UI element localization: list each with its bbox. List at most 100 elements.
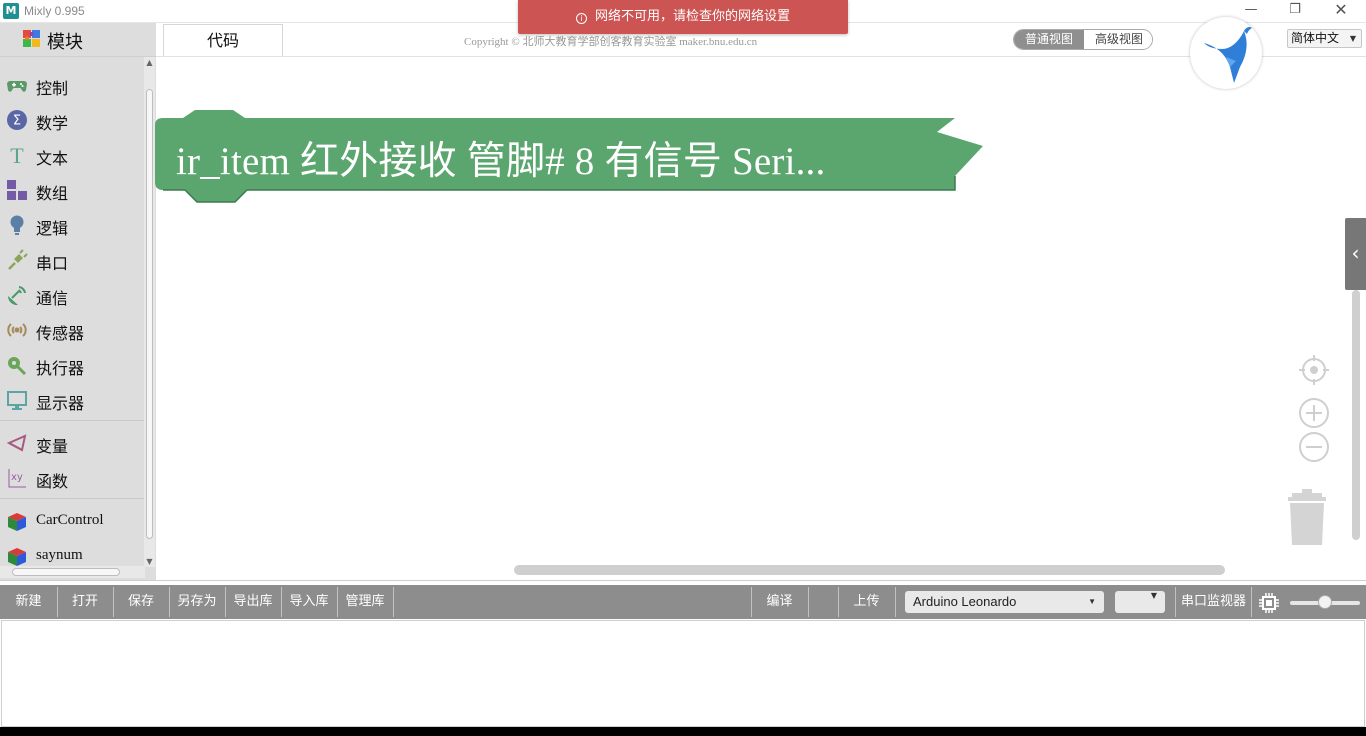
chevron-down-icon: ▼ <box>1349 34 1356 43</box>
category-logic[interactable]: 逻辑 <box>0 208 145 240</box>
port-select[interactable]: ▼ <box>1115 591 1165 613</box>
view-toggle[interactable]: 普通视图 高级视图 <box>1013 29 1153 50</box>
sidebar-vertical-scrollbar[interactable]: ▲ ▼ <box>144 57 155 567</box>
scrollbar-thumb[interactable] <box>146 89 153 539</box>
close-button[interactable]: ✕ <box>1318 0 1364 22</box>
normal-view-option[interactable]: 普通视图 <box>1014 30 1084 49</box>
chip-icon[interactable] <box>1258 592 1280 614</box>
cube-icon <box>8 548 26 566</box>
chevron-down-icon: ▼ <box>1088 597 1096 606</box>
chevron-down-icon: ▼ <box>1150 591 1157 600</box>
sigma-icon: Σ <box>7 110 27 130</box>
block-category-sidebar: 模块 控制 Σ 数学 T 文本 数组 逻辑 串口 通信 传感器 执行器 显示器 … <box>0 23 156 580</box>
save-button[interactable]: 保存 <box>113 585 169 619</box>
zoom-in-icon[interactable] <box>1298 397 1330 429</box>
category-label: 显示器 <box>36 394 85 413</box>
category-control[interactable]: 控制 <box>0 68 145 100</box>
open-button[interactable]: 打开 <box>57 585 113 619</box>
recenter-icon[interactable] <box>1298 354 1330 386</box>
category-label: 数组 <box>36 184 69 203</box>
serial-monitor-button[interactable]: 串口监视器 <box>1176 585 1251 619</box>
zoom-out-icon[interactable] <box>1298 431 1330 463</box>
cube-icon <box>8 513 26 531</box>
toolbar-divider <box>393 587 394 617</box>
monitor-icon <box>7 391 27 410</box>
category-label: 函数 <box>36 472 69 491</box>
import-lib-button[interactable]: 导入库 <box>281 585 337 619</box>
sidebar-horizontal-scrollbar[interactable] <box>0 566 145 578</box>
window-title: Mixly 0.995 <box>24 4 85 18</box>
tab-code[interactable]: 代码 <box>163 24 283 57</box>
sidebar-header: 模块 <box>0 23 156 57</box>
sidebar-header-label: 模块 <box>47 32 83 53</box>
info-icon: i <box>575 13 587 24</box>
block-label: ir_item 红外接收 管脚# 8 有信号 Seri... <box>176 140 826 183</box>
notification-text: 网络不可用，请检查你的网络设置 <box>594 9 790 24</box>
board-selected: Arduino Leonardo <box>913 594 1017 609</box>
actuator-icon <box>8 357 27 376</box>
trash-icon[interactable] <box>1286 489 1328 545</box>
category-label: 变量 <box>36 437 69 456</box>
category-variable[interactable]: 变量 <box>0 426 145 458</box>
new-button[interactable]: 新建 <box>0 585 57 619</box>
function-icon: xy <box>8 469 26 488</box>
sidebar-separator <box>0 420 145 421</box>
main-toolbar: 新建 打开 保存 另存为 导出库 导入库 管理库 编译 上传 Arduino L… <box>0 585 1366 619</box>
category-carcontrol[interactable]: CarControl <box>0 505 145 537</box>
category-actuator[interactable]: 执行器 <box>0 348 145 380</box>
maximize-button[interactable]: ❐ <box>1272 0 1318 22</box>
svg-text:T: T <box>10 144 24 166</box>
language-selected: 简体中文 <box>1291 31 1340 45</box>
toolbar-divider <box>808 587 809 617</box>
category-label: 文本 <box>36 149 69 168</box>
advanced-view-option[interactable]: 高级视图 <box>1084 30 1152 49</box>
category-label: 串口 <box>36 254 69 273</box>
category-text[interactable]: T 文本 <box>0 138 145 170</box>
gamepad-icon <box>7 81 27 92</box>
category-communication[interactable]: 通信 <box>0 278 145 310</box>
category-array[interactable]: 数组 <box>0 173 145 205</box>
category-label: 逻辑 <box>36 219 69 238</box>
workspace-horizontal-scrollbar[interactable] <box>514 565 1225 575</box>
sidebar-separator <box>0 498 145 499</box>
copyright-text: Copyright © 北师大教育学部创客教育实验室 maker.bnu.edu… <box>464 36 758 48</box>
svg-text:xy: xy <box>11 472 23 483</box>
text-icon: T <box>10 144 24 166</box>
category-label: 传感器 <box>36 324 85 343</box>
network-notification: i 网络不可用，请检查你的网络设置 <box>518 0 848 34</box>
export-lib-button[interactable]: 导出库 <box>225 585 281 619</box>
category-math[interactable]: Σ 数学 <box>0 103 145 135</box>
toolbar-divider <box>895 587 896 617</box>
category-sensor[interactable]: 传感器 <box>0 313 145 345</box>
array-icon <box>7 180 27 200</box>
zoom-slider-handle[interactable] <box>1318 595 1332 609</box>
upload-button[interactable]: 上传 <box>838 585 895 619</box>
category-label: 通信 <box>36 289 69 308</box>
sensor-icon <box>7 323 27 337</box>
category-serial[interactable]: 串口 <box>0 243 145 275</box>
toolbar-divider <box>1251 587 1252 617</box>
bulb-icon <box>10 215 24 235</box>
board-select[interactable]: Arduino Leonardo ▼ <box>905 591 1104 613</box>
category-display[interactable]: 显示器 <box>0 383 145 415</box>
app-icon: M <box>3 3 19 19</box>
scroll-down-arrow-icon[interactable]: ▼ <box>144 556 155 567</box>
category-label: CarControl <box>36 512 104 528</box>
workspace-vertical-scrollbar[interactable] <box>1352 290 1360 540</box>
side-panel-toggle[interactable]: ‹ <box>1345 218 1366 290</box>
taskbar-strip <box>0 727 1366 736</box>
output-console[interactable] <box>1 620 1365 727</box>
category-label: 执行器 <box>36 359 85 378</box>
manage-lib-button[interactable]: 管理库 <box>337 585 393 619</box>
scrollbar-thumb[interactable] <box>12 568 120 576</box>
scroll-up-arrow-icon[interactable]: ▲ <box>144 57 155 68</box>
language-select[interactable]: 简体中文 ▼ <box>1287 29 1362 48</box>
plug-icon <box>8 249 28 270</box>
category-label: 数学 <box>36 114 69 133</box>
category-function[interactable]: xy 函数 <box>0 461 145 493</box>
compile-button[interactable]: 编译 <box>751 585 808 619</box>
satellite-icon <box>7 286 26 306</box>
category-label: 控制 <box>36 79 69 98</box>
save-as-button[interactable]: 另存为 <box>169 585 225 619</box>
workspace-divider <box>156 56 1366 57</box>
